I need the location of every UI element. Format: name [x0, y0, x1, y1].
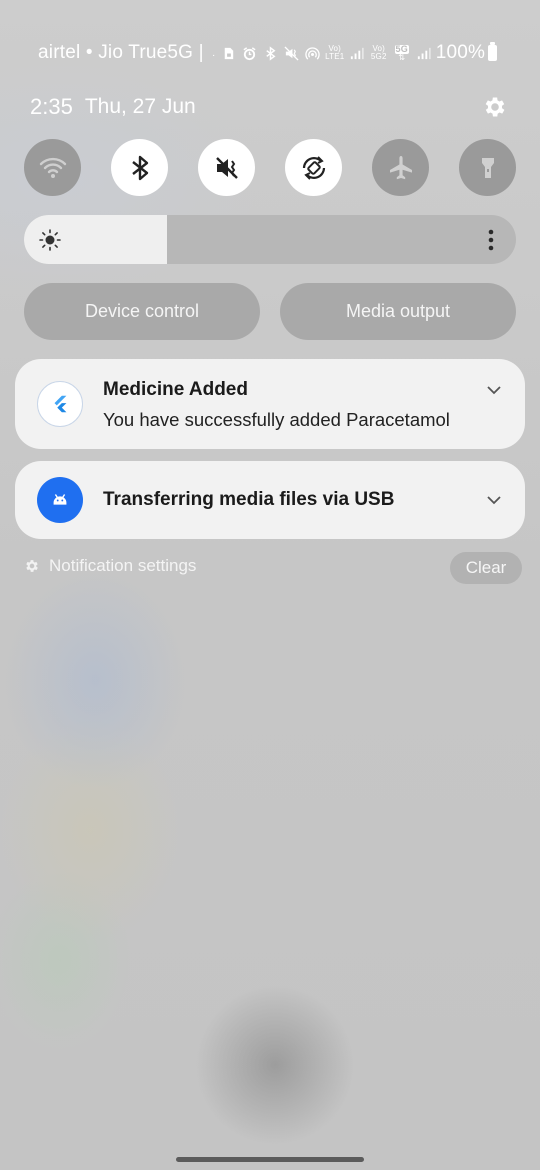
- sound-mode-tile[interactable]: [198, 139, 255, 196]
- volte2-bottom-label: 5G2: [370, 52, 387, 61]
- date[interactable]: Thu, 27 Jun: [85, 95, 196, 119]
- bluetooth-icon: [263, 45, 279, 61]
- more-vert-icon[interactable]: [484, 227, 498, 253]
- brightness-slider[interactable]: [24, 215, 516, 264]
- notification-footer: Notification settings Clear: [24, 552, 522, 584]
- hotspot-icon: [305, 45, 321, 61]
- dot-icon: .: [212, 47, 216, 59]
- clear-button[interactable]: Clear: [450, 552, 522, 584]
- notification-title: Medicine Added: [103, 379, 248, 400]
- clock[interactable]: 2:35: [30, 94, 73, 120]
- chevron-down-icon[interactable]: [485, 491, 503, 509]
- header: 2:35 Thu, 27 Jun: [30, 92, 510, 122]
- signal-icon: [349, 45, 365, 61]
- notification-usb-transfer[interactable]: Transferring media files via USB: [15, 461, 525, 539]
- status-bar: airtel • Jio True5G | . Vo) LTE1 Vo) 5G2: [38, 38, 510, 68]
- airplane-icon: [389, 155, 412, 179]
- volte-lte1-icon: Vo) LTE1: [325, 45, 345, 61]
- media-output-button[interactable]: Media output: [280, 283, 516, 340]
- 5g-data-icon: 5G ⇅: [393, 44, 411, 62]
- volte-5g2-icon: Vo) 5G2: [370, 45, 388, 61]
- battery-icon: [488, 42, 498, 61]
- volte1-bottom-label: LTE1: [325, 52, 345, 61]
- device-control-button[interactable]: Device control: [24, 283, 260, 340]
- battery-percent: 100%: [435, 42, 486, 63]
- usb-android-icon: [37, 477, 83, 523]
- wifi-tile[interactable]: [24, 139, 81, 196]
- data-arrows-icon: ⇅: [398, 52, 406, 62]
- auto-rotate-tile[interactable]: [285, 139, 342, 196]
- flashlight-tile[interactable]: [459, 139, 516, 196]
- gear-icon[interactable]: [482, 94, 508, 120]
- flashlight-icon: [481, 157, 494, 178]
- signal-icon-2: [416, 45, 432, 61]
- vibrate-mute-icon: [284, 45, 300, 61]
- alarm-icon: [242, 45, 258, 61]
- sun-icon: [39, 229, 61, 251]
- gear-icon: [26, 560, 38, 572]
- notification-title: Transferring media files via USB: [103, 489, 395, 510]
- mute-vibrate-icon: [215, 156, 238, 179]
- notification-medicine-added[interactable]: Medicine Added You have successfully add…: [15, 359, 525, 449]
- rotate-icon: [302, 155, 325, 180]
- bluetooth-icon: [131, 155, 148, 180]
- home-indicator[interactable]: [176, 1157, 364, 1162]
- status-icons: . Vo) LTE1 Vo) 5G2 5G ⇅: [212, 44, 432, 62]
- airplane-tile[interactable]: [372, 139, 429, 196]
- notification-settings-label: Notification settings: [49, 556, 197, 575]
- carrier-text: airtel • Jio True5G |: [38, 42, 204, 63]
- quick-settings-tiles: [24, 139, 516, 197]
- flutter-icon: [37, 381, 83, 427]
- notification-settings-link[interactable]: Notification settings: [24, 556, 196, 576]
- bluetooth-tile[interactable]: [111, 139, 168, 196]
- sim-lock-icon: [221, 45, 237, 61]
- chevron-down-icon[interactable]: [485, 381, 503, 399]
- notification-body: You have successfully added Paracetamol: [103, 409, 450, 430]
- wifi-icon: [39, 157, 66, 178]
